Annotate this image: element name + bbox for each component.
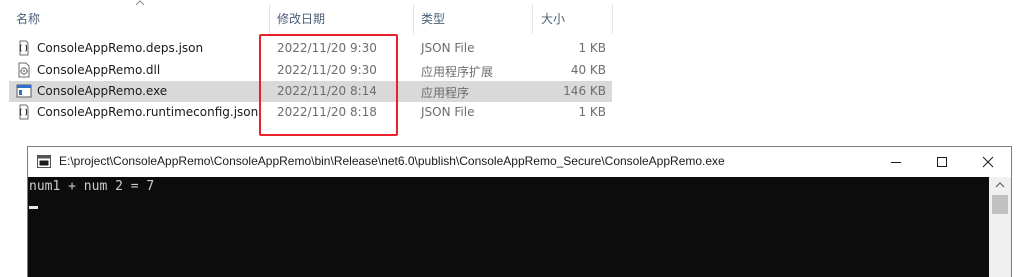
console-output-line: num1 + num 2 = 7 bbox=[29, 179, 155, 194]
scrollbar-thumb[interactable] bbox=[992, 195, 1008, 214]
json-file-icon bbox=[19, 104, 29, 120]
file-type: JSON File bbox=[421, 105, 475, 119]
column-header-date-modified[interactable]: 修改日期 bbox=[277, 10, 325, 27]
file-explorer: 名称 修改日期 类型 大小 ConsoleAppRemo.deps.json 2… bbox=[0, 0, 1031, 140]
vertical-scrollbar[interactable] bbox=[989, 177, 1011, 277]
console-app-icon bbox=[37, 155, 51, 168]
exe-file-icon bbox=[16, 84, 32, 98]
console-title-bar[interactable]: E:\project\ConsoleAppRemo\ConsoleAppRemo… bbox=[28, 147, 1011, 177]
file-name: ConsoleAppRemo.runtimeconfig.json bbox=[37, 105, 259, 119]
file-size: 1 KB bbox=[578, 41, 606, 55]
column-divider[interactable] bbox=[612, 4, 613, 34]
json-file-icon bbox=[19, 40, 29, 56]
dll-file-icon bbox=[18, 62, 30, 78]
file-name: ConsoleAppRemo.exe bbox=[37, 84, 168, 98]
file-size: 40 KB bbox=[570, 63, 606, 77]
date-highlight-annotation bbox=[259, 34, 398, 136]
file-type: 应用程序扩展 bbox=[421, 65, 494, 79]
close-button[interactable] bbox=[965, 147, 1011, 177]
file-name: ConsoleAppRemo.dll bbox=[37, 63, 161, 77]
column-divider[interactable] bbox=[269, 4, 270, 34]
scroll-up-arrow-icon[interactable] bbox=[995, 181, 1005, 188]
console-output-area[interactable]: num1 + num 2 = 7 bbox=[28, 177, 989, 277]
maximize-button[interactable] bbox=[919, 147, 965, 177]
file-type: JSON File bbox=[421, 41, 475, 55]
file-name: ConsoleAppRemo.deps.json bbox=[37, 41, 204, 55]
close-icon bbox=[982, 156, 994, 168]
column-header-bar: 名称 修改日期 类型 大小 bbox=[0, 0, 620, 36]
file-size: 1 KB bbox=[578, 105, 606, 119]
maximize-icon bbox=[937, 157, 947, 167]
minimize-button[interactable] bbox=[873, 147, 919, 177]
text-cursor bbox=[29, 206, 38, 209]
file-size: 146 KB bbox=[563, 84, 606, 98]
column-header-size[interactable]: 大小 bbox=[541, 10, 565, 27]
column-header-name[interactable]: 名称 bbox=[16, 10, 40, 27]
minimize-icon bbox=[891, 162, 901, 163]
column-divider[interactable] bbox=[532, 4, 533, 34]
console-window-title: E:\project\ConsoleAppRemo\ConsoleAppRemo… bbox=[59, 154, 725, 168]
column-header-type[interactable]: 类型 bbox=[421, 10, 445, 27]
console-window: E:\project\ConsoleAppRemo\ConsoleAppRemo… bbox=[27, 146, 1012, 277]
column-divider[interactable] bbox=[413, 4, 414, 34]
file-type: 应用程序 bbox=[421, 86, 470, 100]
sort-ascending-icon bbox=[135, 0, 145, 6]
